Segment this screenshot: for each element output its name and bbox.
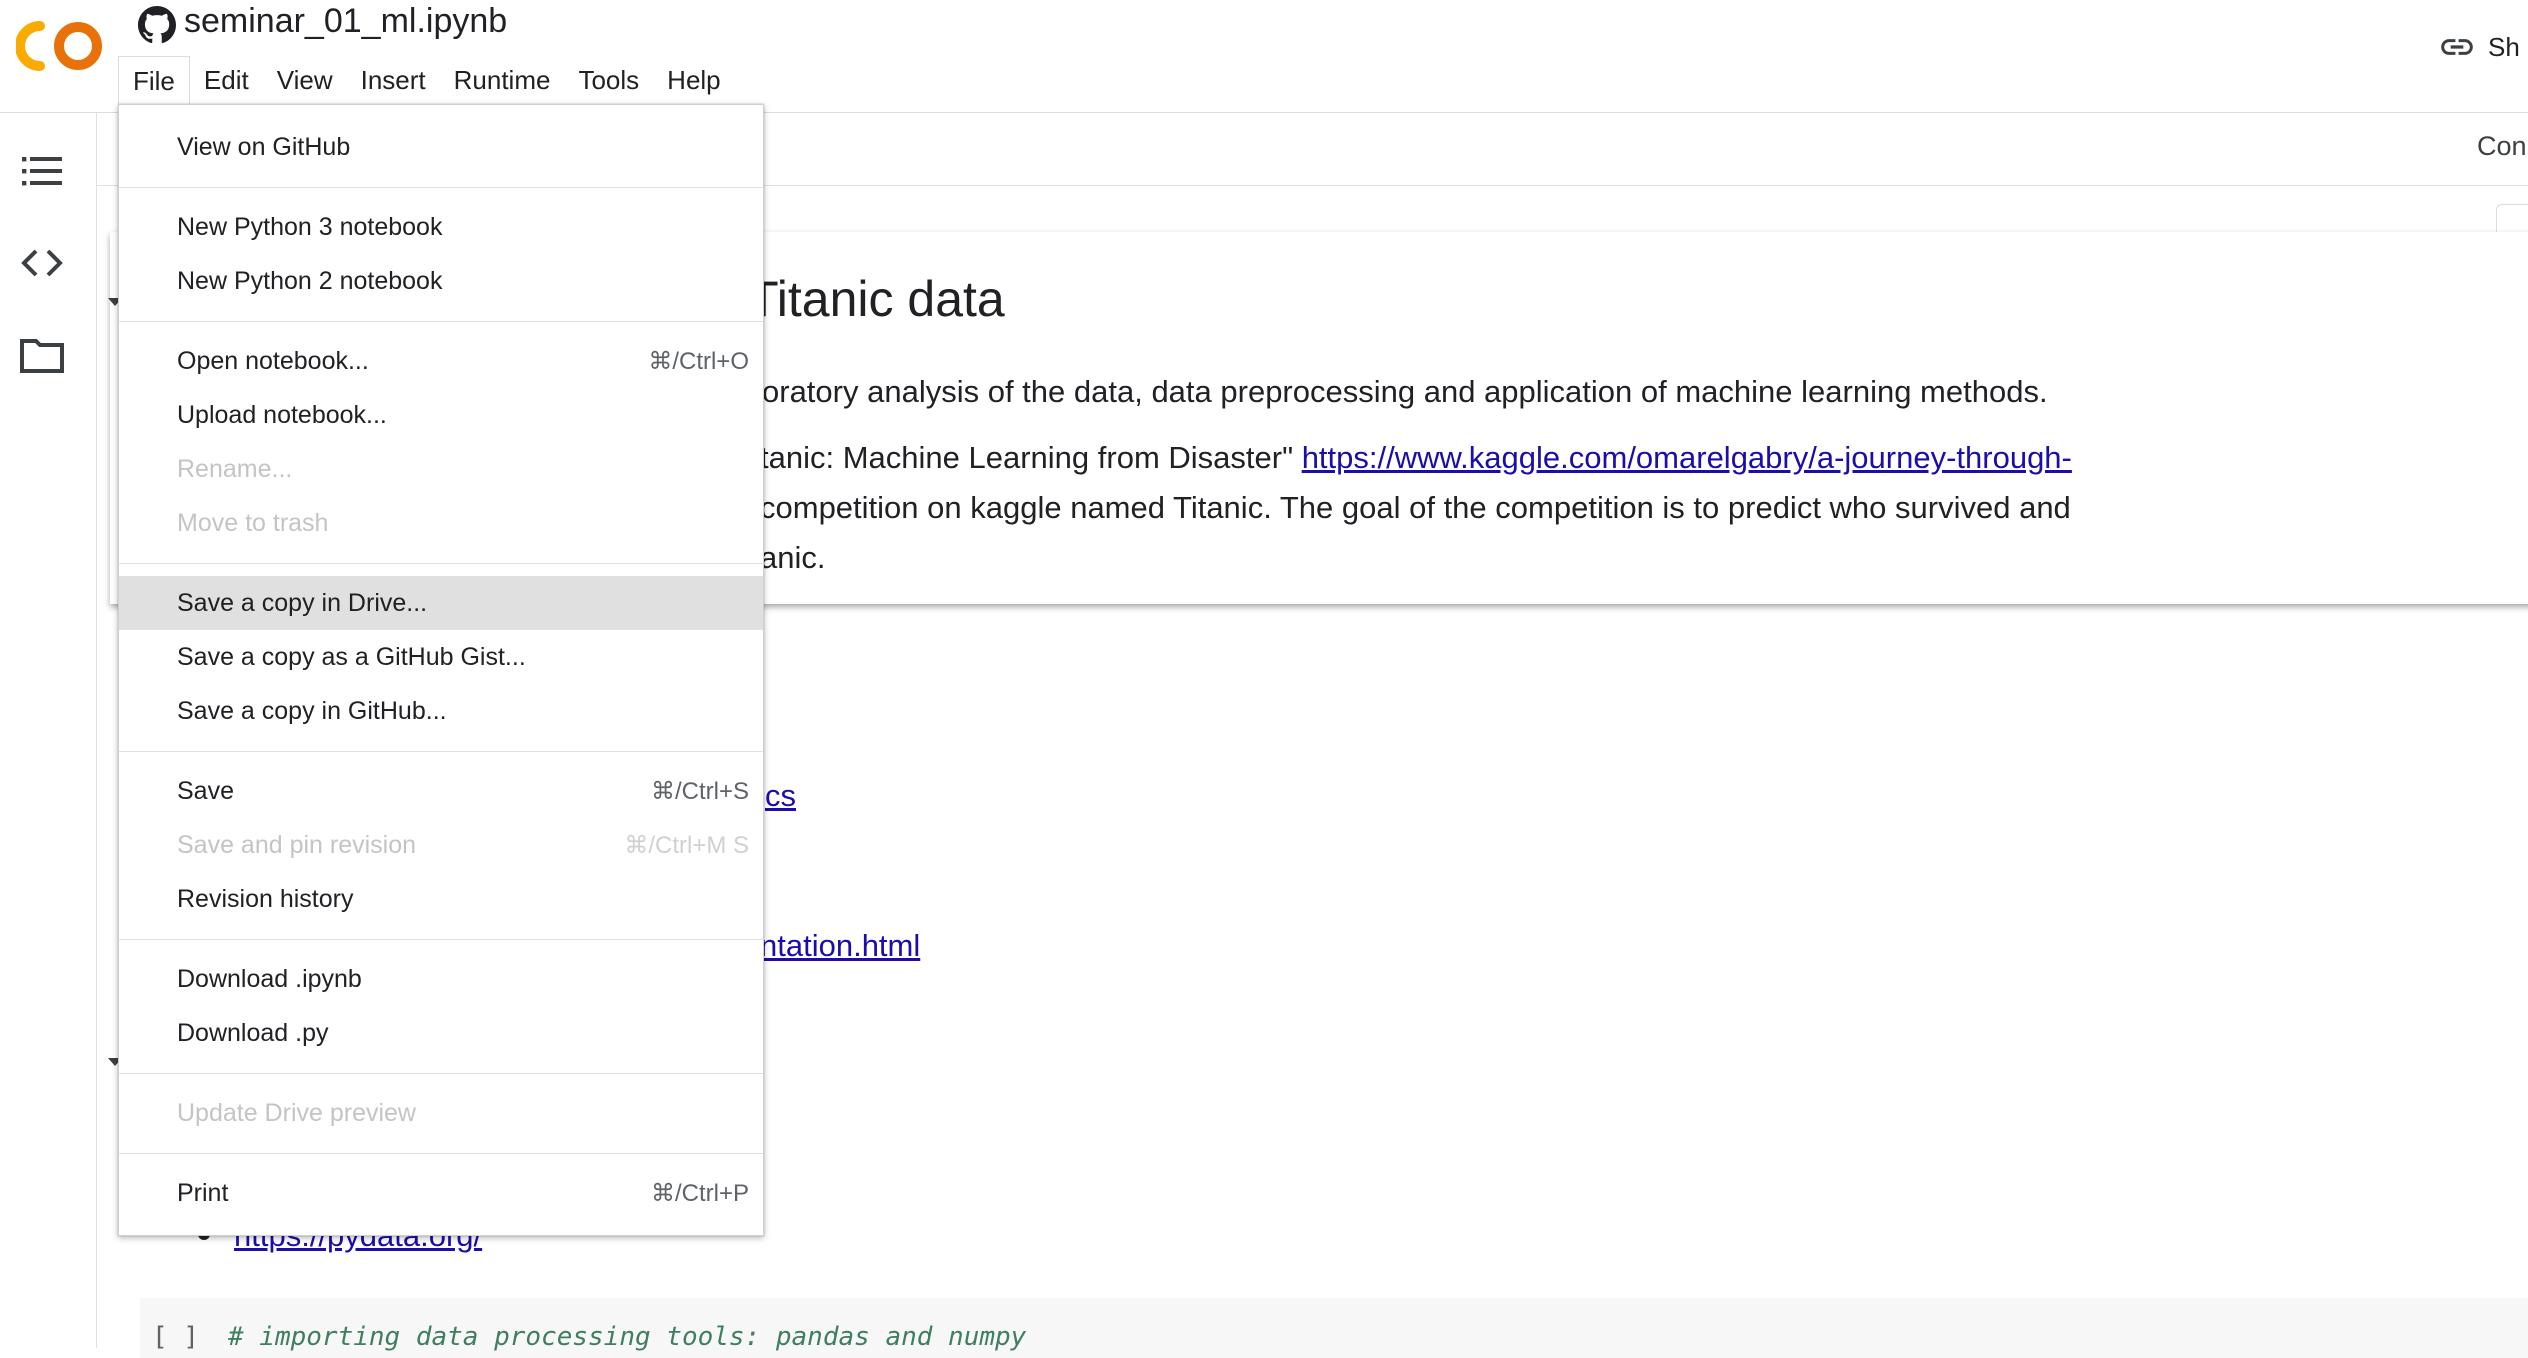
menu-item-download-py[interactable]: Download .py [119,1006,763,1060]
cell-text: tanic: Machine Learning from Disaster" [760,440,1302,475]
menu-item-label: New Python 3 notebook [177,212,443,241]
menu-item-new-python3[interactable]: New Python 3 notebook [119,200,763,254]
menu-divider [119,751,763,752]
menu-item-upload-notebook[interactable]: Upload notebook... [119,388,763,442]
menu-item-label: View on GitHub [177,132,351,161]
colab-logo[interactable] [16,20,104,72]
shortcut-label: ⌘/Ctrl+S [650,777,749,805]
menu-item-rename: Rename... [119,442,763,496]
menu-divider [119,321,763,322]
link-icon [2441,39,2473,55]
menu-item-save-and-pin: Save and pin revision ⌘/Ctrl+M S [119,818,763,872]
docs-link[interactable]: cs [765,778,796,814]
left-sidebar [0,113,97,1348]
share-button[interactable]: Sh [2438,28,2520,66]
documentation-link[interactable]: ntation.html [760,928,920,964]
menu-item-save-copy-gist[interactable]: Save a copy as a GitHub Gist... [119,630,763,684]
table-of-contents-icon[interactable] [18,147,66,195]
menu-divider [119,1073,763,1074]
menu-item-view-on-github[interactable]: View on GitHub [119,120,763,174]
menu-item-update-drive-preview: Update Drive preview [119,1086,763,1140]
menu-item-label: Update Drive preview [177,1098,416,1127]
menu-item-label: Download .ipynb [177,964,362,993]
menu-item-new-python2[interactable]: New Python 2 notebook [119,254,763,308]
menu-divider [119,1153,763,1154]
menu-divider [119,187,763,188]
github-icon [138,6,176,44]
menu-edit[interactable]: Edit [190,56,263,104]
menu-item-label: Save and pin revision [177,830,417,859]
menu-tools[interactable]: Tools [564,56,653,104]
cell-paragraph-line-2: tanic: Machine Learning from Disaster" h… [760,440,2072,476]
cell-paragraph-line-1: oratory analysis of the data, data prepr… [762,374,2048,409]
menu-item-move-to-trash: Move to trash [119,496,763,550]
menu-item-label: Download .py [177,1018,329,1047]
menu-item-label: Save [177,776,234,805]
menu-item-label: Upload notebook... [177,400,387,429]
shortcut-label: ⌘/Ctrl+P [650,1179,749,1207]
menu-divider [119,939,763,940]
menu-item-open-notebook[interactable]: Open notebook... ⌘/Ctrl+O [119,334,763,388]
menu-item-label: New Python 2 notebook [177,266,443,295]
menu-item-label: Move to trash [177,508,329,537]
share-label: Sh [2488,31,2520,62]
kaggle-link[interactable]: https://www.kaggle.com/omarelgabry/a-jou… [1302,440,2072,475]
menu-item-download-ipynb[interactable]: Download .ipynb [119,952,763,1006]
shortcut-label: ⌘/Ctrl+O [648,347,749,375]
menu-item-label: Save a copy in Drive... [177,588,428,617]
menu-view[interactable]: View [263,56,347,104]
shortcut-label: ⌘/Ctrl+M S [624,831,749,859]
menu-item-save-copy-drive[interactable]: Save a copy in Drive... [119,576,763,630]
menu-item-label: Rename... [177,454,293,483]
menu-divider [119,563,763,564]
notebook-title[interactable]: seminar_01_ml.ipynb [184,2,507,41]
menu-help[interactable]: Help [653,56,734,104]
code-snippets-icon[interactable] [18,239,66,287]
folder-icon[interactable] [18,331,66,379]
file-menu: View on GitHub New Python 3 notebook New… [118,104,764,1236]
menu-item-label: Save a copy as a GitHub Gist... [177,642,526,671]
menu-item-label: Save a copy in GitHub... [177,696,447,725]
menu-insert[interactable]: Insert [347,56,440,104]
menu-item-print[interactable]: Print ⌘/Ctrl+P [119,1166,763,1220]
menu-item-save[interactable]: Save ⌘/Ctrl+S [119,764,763,818]
connect-label: Connect [2477,131,2528,161]
header: seminar_01_ml.ipynb File Edit View Inser… [0,0,2528,113]
cell-paragraph-line-4: anic. [760,540,826,575]
menu-file[interactable]: File [118,56,190,104]
cell-paragraph-line-3: competition on kaggle named Titanic. The… [760,490,2071,525]
menu-item-revision-history[interactable]: Revision history [119,872,763,926]
menu-item-label: Open notebook... [177,346,369,375]
connect-button[interactable]: Connect [2477,131,2528,162]
menubar: File Edit View Insert Runtime Tools Help [118,56,735,104]
menu-item-label: Revision history [177,884,354,913]
menu-item-save-copy-github[interactable]: Save a copy in GitHub... [119,684,763,738]
menu-runtime[interactable]: Runtime [440,56,565,104]
menu-item-label: Print [177,1178,229,1207]
